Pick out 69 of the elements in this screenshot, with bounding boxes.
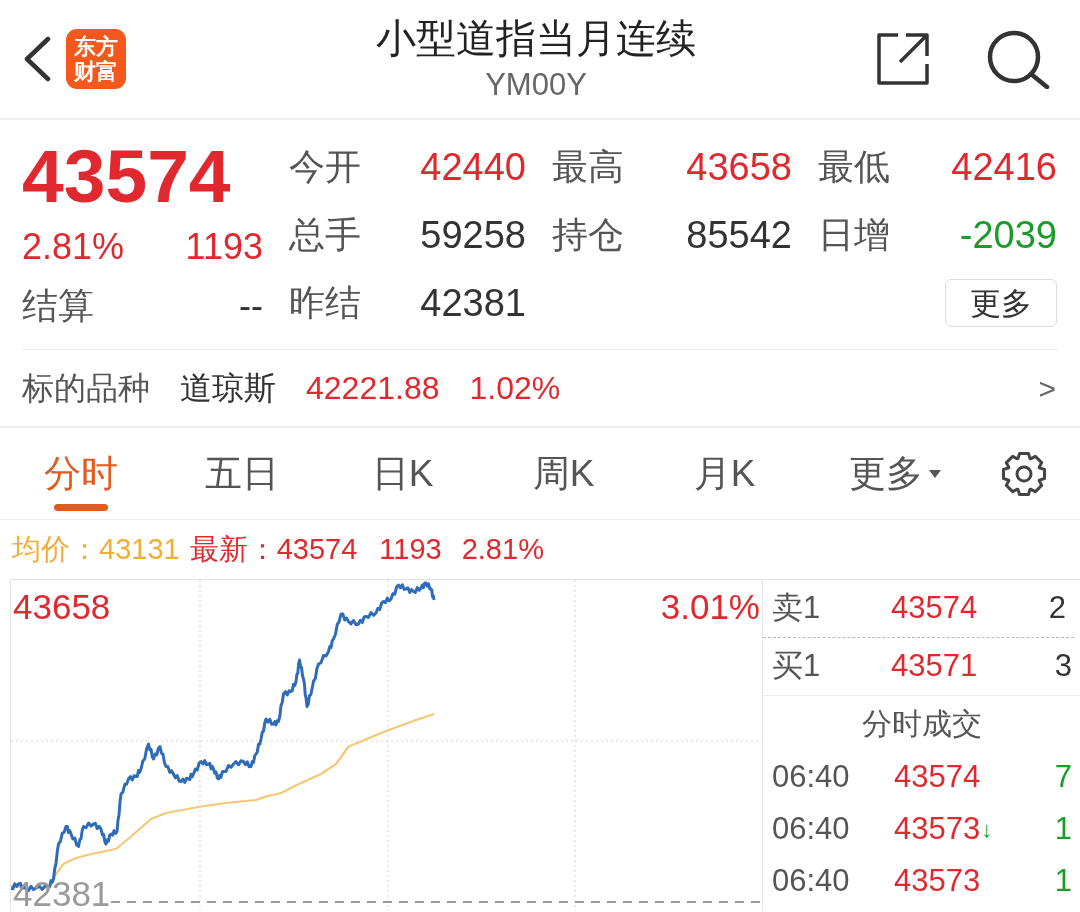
stat-label: 总手 <box>289 213 361 257</box>
direction-arrow: ↓ <box>981 815 993 844</box>
order-level-label: 卖1 <box>772 589 822 628</box>
chevron-left-icon <box>22 36 52 82</box>
latest-price-label: 最新： <box>189 531 277 567</box>
stat-value: 42440 <box>420 144 526 190</box>
chevron-right-glyph[interactable]: > <box>1038 365 1056 411</box>
stat-label: 昨结 <box>289 281 361 325</box>
stat-value: 42416 <box>951 144 1057 190</box>
order-volume: 3 <box>1054 647 1072 686</box>
search-button[interactable] <box>986 29 1050 89</box>
underlying-label: 标的品种 <box>22 369 150 408</box>
period-tab[interactable]: 五日 <box>161 428 322 519</box>
average-price-label: 均价： <box>12 531 99 567</box>
symbol-code: YM00Y <box>484 67 588 103</box>
change-percent: 2.81% <box>22 225 125 269</box>
trade-price: 43573 <box>894 809 981 848</box>
underlying-name: 道琼斯 <box>180 369 276 408</box>
caret-icon <box>929 469 941 478</box>
trade-time: 06:40 <box>772 809 851 848</box>
underlying-price: 42221.88 <box>306 369 440 408</box>
share-icon <box>876 32 930 86</box>
previous-close-label: 42381 <box>13 876 111 911</box>
stat-value: 43658 <box>686 144 792 190</box>
order-price: 43574 <box>891 589 979 628</box>
change-amount: 1193 <box>379 531 442 567</box>
stat-label: 最高 <box>552 145 624 189</box>
settings-icon <box>1001 450 1047 497</box>
order-level-label: 买1 <box>772 647 822 686</box>
stat-label: 持仓 <box>552 213 624 257</box>
trade-price: 43574 <box>894 757 981 796</box>
high-percent-label: 3.01% <box>660 589 760 624</box>
stat-label: 今开 <box>289 145 361 189</box>
change-amount: 1193 <box>185 225 263 269</box>
stat-label: 结算 <box>22 284 94 328</box>
stat-label: 日增 <box>818 213 890 257</box>
stat-value: -- <box>239 284 263 328</box>
trade-time: 06:40 <box>772 757 851 796</box>
page-title: 小型道指当月连续 <box>376 15 696 61</box>
order-volume: 2 <box>1048 589 1066 628</box>
trade-price: 43573 <box>894 861 981 900</box>
underlying-change: 1.02% <box>469 369 561 408</box>
trade-volume: 1 <box>1054 861 1072 900</box>
period-tab[interactable]: 日K <box>322 428 483 519</box>
app-logo: 东方 财富 <box>66 29 126 89</box>
high-price-label: 43658 <box>13 589 111 624</box>
more-button[interactable]: 更多 <box>945 279 1057 327</box>
period-tab[interactable]: 分时 <box>0 428 161 519</box>
stat-value: -2039 <box>959 212 1057 258</box>
period-tab[interactable]: 周K <box>483 428 644 519</box>
settings-button[interactable] <box>1001 450 1047 497</box>
trade-volume: 7 <box>1054 757 1072 796</box>
stat-label: 最低 <box>818 145 890 189</box>
back-button[interactable] <box>22 36 52 82</box>
search-icon <box>986 29 1050 89</box>
last-price: 43574 <box>22 133 232 219</box>
trades-heading: 分时成交 <box>860 706 983 742</box>
average-price-value: 43131 <box>99 531 180 567</box>
stat-value: 42381 <box>420 280 526 326</box>
stat-value: 59258 <box>420 212 526 258</box>
more-menu-tab[interactable]: 更多 <box>805 428 985 519</box>
latest-price-value: 43574 <box>276 531 358 567</box>
period-tab[interactable]: 月K <box>644 428 805 519</box>
order-price: 43571 <box>891 647 979 686</box>
change-percent: 2.81% <box>461 531 544 567</box>
stat-value: 85542 <box>686 212 792 258</box>
trade-time: 06:40 <box>772 861 851 900</box>
share-button[interactable] <box>876 32 930 86</box>
trade-volume: 1 <box>1054 809 1072 848</box>
